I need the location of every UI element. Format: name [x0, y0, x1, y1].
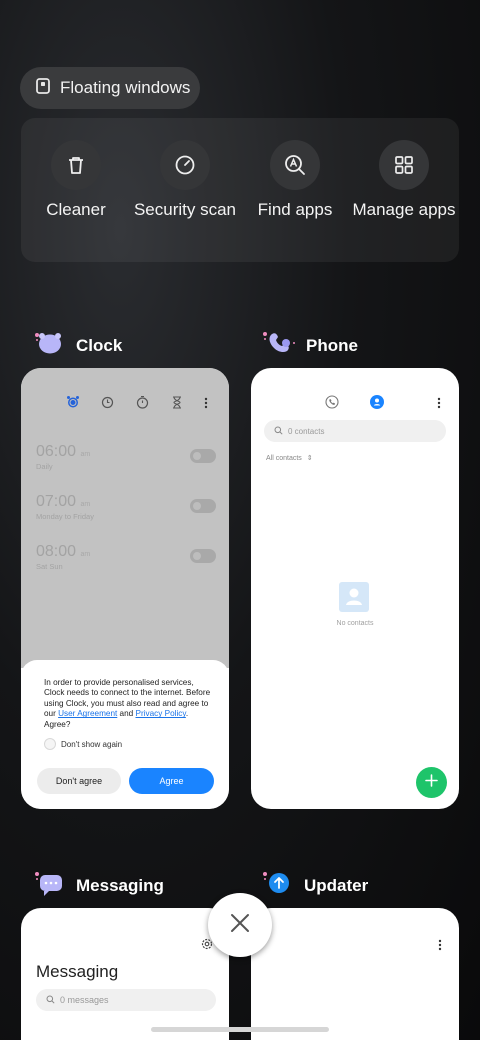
security-scan-label: Security scan [133, 200, 237, 219]
manage-apps-label: Manage apps [352, 200, 456, 219]
timer-tab-icon [171, 396, 183, 414]
alarm-ampm: am [80, 501, 91, 508]
trash-icon [51, 140, 101, 190]
grid-icon [379, 140, 429, 190]
floating-window-icon [36, 77, 50, 99]
alarm-repeat: Daily [36, 462, 53, 471]
sort-arrows-icon: ⇕ [306, 455, 313, 462]
find-apps-button[interactable]: Find apps [240, 140, 350, 220]
updater-app-name: Updater [304, 875, 369, 895]
contacts-filter-dropdown[interactable]: All contacts ⇕ [266, 454, 313, 462]
add-contact-button[interactable] [416, 767, 447, 798]
dont-agree-button[interactable]: Don't agree [37, 768, 121, 794]
privacy-policy-link[interactable]: Privacy Policy [136, 709, 186, 718]
stopwatch-tab-icon [136, 395, 149, 414]
contacts-search-placeholder: 0 contacts [288, 426, 325, 436]
alarm-time: 08:00 [36, 543, 77, 560]
dont-show-again-label: Don't show again [61, 739, 123, 749]
clock-app-card[interactable]: 06:00 am Daily 07:00 am Monday to Friday… [21, 368, 229, 809]
messaging-title: Messaging [36, 962, 119, 981]
empty-contacts-text: No contacts [336, 620, 374, 627]
clock-app-background: 06:00 am Daily 07:00 am Monday to Friday… [21, 368, 229, 668]
cleaner-label: Cleaner [46, 200, 106, 219]
contacts-tab-icon [370, 395, 384, 414]
messaging-app-name: Messaging [76, 875, 164, 895]
alarm-toggle [190, 549, 216, 563]
messages-search-input[interactable]: 0 messages [36, 989, 216, 1011]
search-icon [274, 426, 283, 437]
home-indicator[interactable] [151, 1027, 329, 1032]
agree-button[interactable]: Agree [129, 768, 214, 794]
security-scan-button[interactable]: Security scan [130, 140, 240, 220]
alarm-toggle [190, 449, 216, 463]
clock-app-icon [32, 329, 66, 362]
security-scan-icon [160, 140, 210, 190]
contacts-filter-label: All contacts [266, 455, 302, 462]
alarm-time: 07:00 [36, 493, 77, 510]
find-apps-icon [270, 140, 320, 190]
updater-app-icon [260, 869, 294, 902]
more-options-icon [437, 396, 441, 414]
messaging-app-header[interactable]: Messaging [32, 869, 164, 902]
call-log-tab-icon [325, 395, 339, 414]
alarm-row: 06:00 am Daily [36, 443, 216, 471]
close-icon [230, 913, 250, 938]
manage-apps-button[interactable]: Manage apps [349, 140, 459, 220]
alarm-time: 06:00 [36, 443, 77, 460]
alarm-row: 08:00 am Sat Sun [36, 543, 216, 571]
phone-app-name: Phone [306, 335, 358, 355]
clear-all-button[interactable] [208, 893, 272, 957]
messaging-app-card[interactable]: Messaging 0 messages [21, 908, 229, 1040]
phone-app-header[interactable]: Phone [260, 329, 358, 362]
more-options-icon [204, 396, 208, 414]
updater-app-header[interactable]: Updater [260, 869, 368, 902]
dont-show-again-checkbox[interactable]: Don't show again [44, 738, 122, 750]
find-apps-label: Find apps [257, 200, 333, 219]
alarm-ampm: am [80, 551, 91, 558]
clock-tab-icon [101, 396, 114, 414]
checkbox-circle [44, 738, 56, 750]
privacy-dialog: In order to provide personalised service… [21, 660, 229, 809]
clock-app-name: Clock [76, 335, 123, 355]
alarm-row: 07:00 am Monday to Friday [36, 493, 216, 521]
more-options-icon [438, 938, 442, 956]
clock-app-header[interactable]: Clock [32, 329, 122, 362]
alarm-repeat: Sat Sun [36, 562, 63, 571]
phone-app-card[interactable]: 0 contacts All contacts ⇕ No contacts [251, 368, 459, 809]
messages-search-placeholder: 0 messages [60, 995, 109, 1005]
updater-app-card[interactable] [251, 908, 459, 1040]
alarm-toggle [190, 499, 216, 513]
search-icon [46, 995, 55, 1006]
privacy-dialog-text: In order to provide personalised service… [44, 678, 211, 729]
alarm-ampm: am [80, 451, 91, 458]
alarm-tab-icon [66, 395, 80, 414]
empty-contacts-icon [339, 582, 369, 612]
floating-windows-label: Floating windows [60, 78, 191, 97]
alarm-repeat: Monday to Friday [36, 512, 94, 521]
floating-windows-button[interactable]: Floating windows [20, 67, 200, 109]
quick-actions-panel: Cleaner Security scan Find apps Manage a… [21, 118, 459, 262]
phone-app-icon [260, 329, 296, 362]
messaging-app-icon [32, 869, 66, 902]
contacts-search-input[interactable]: 0 contacts [264, 420, 446, 442]
plus-icon [425, 773, 438, 792]
cleaner-button[interactable]: Cleaner [21, 140, 131, 220]
user-agreement-link[interactable]: User Agreement [58, 709, 117, 718]
